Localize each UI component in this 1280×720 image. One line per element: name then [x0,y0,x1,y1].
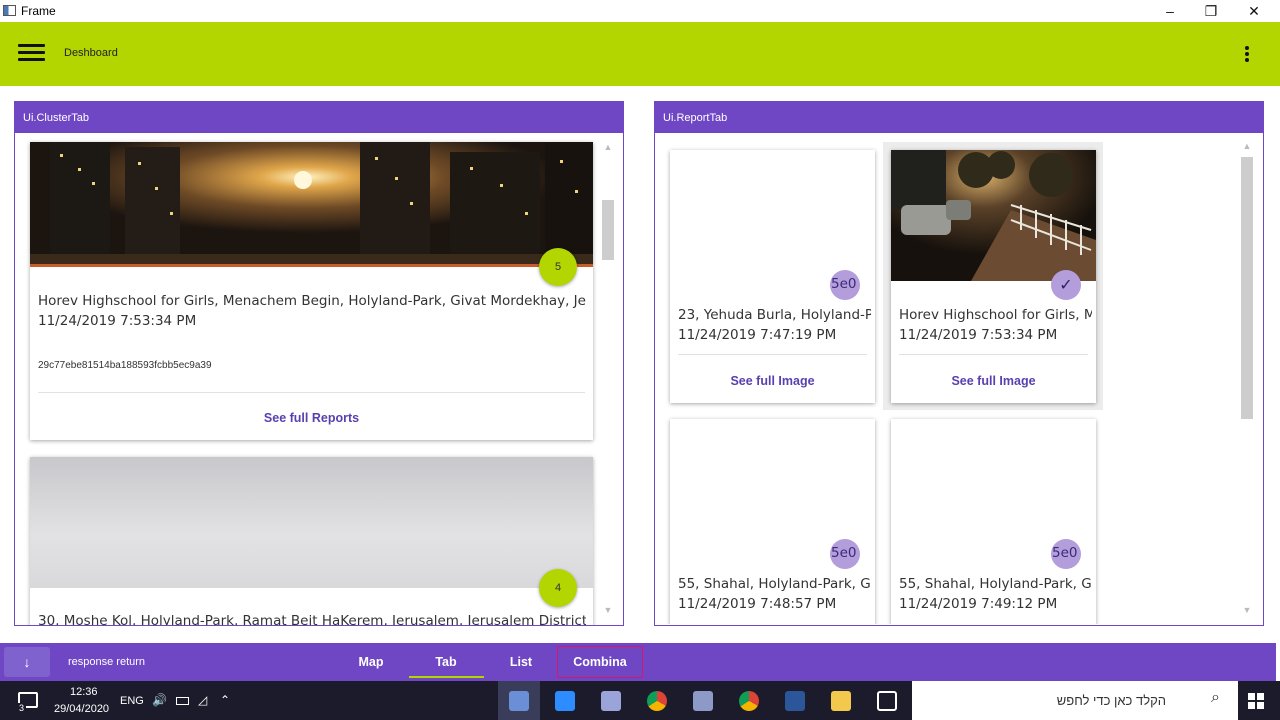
report-address: 55, Shahal, Holyland-Park, Gi 11/24/2019… [899,574,1092,614]
blank-photo [891,419,1096,550]
report-datetime: 11/24/2019 7:53:34 PM [899,327,1058,343]
blank-photo [670,419,875,550]
chevron-up-icon[interactable]: ⌃ [220,693,230,707]
scroll-thumb[interactable] [602,200,614,260]
scroll-up-icon[interactable]: ▲ [1238,141,1256,155]
report-count-badge: 4 [539,569,577,607]
report-clip-area: 5e0 55, Shahal, Holyland-Park, Gi 11/24/… [660,412,1240,624]
cluster-address-text: Horev Highschool for Girls, Menachem Beg… [38,293,586,309]
clock-date[interactable]: 29/04/2020 [54,703,109,715]
scroll-down-icon[interactable]: ▼ [1238,605,1256,619]
cluster-card[interactable]: 4 30, Moshe Kol, Holyland-Park, Ramat Be… [30,457,593,626]
search-input[interactable]: הקלד כאן כדי לחפש [1057,693,1166,708]
report-card[interactable]: 5e0 23, Yehuda Burla, Holyland-P 11/24/2… [670,150,875,403]
language-indicator[interactable]: ENG [120,695,144,707]
window-titlebar: Frame – ❐ ✕ [0,0,1280,22]
report-id-badge: 5e0 [1051,539,1081,569]
cluster-card[interactable]: 5 Horev Highschool for Girls, Menachem B… [30,142,593,440]
see-full-image-button[interactable]: See full Image [670,374,875,388]
report-card-selected[interactable]: ✓ Horev Highschool for Girls, M 11/24/20… [891,150,1096,403]
minimize-button[interactable]: – [1148,0,1192,22]
night-street-photo [30,142,593,267]
card-divider [38,392,585,393]
word-icon[interactable] [785,691,805,711]
taskbar-search[interactable]: הקלד כאן כדי לחפש ⌕ [912,681,1238,720]
clock-time[interactable]: 12:36 [70,686,98,698]
zoom-icon[interactable] [555,691,575,711]
task-view-icon[interactable] [877,691,897,711]
blank-photo [670,150,875,281]
focus-outline [557,646,643,678]
search-icon: ⌕ [1211,689,1220,706]
report-address-text: 55, Shahal, Holyland-Park, Gi [678,576,871,592]
app-title: Deshboard [64,47,118,59]
report-address-text: 55, Shahal, Holyland-Park, Gi [899,576,1092,592]
see-full-image-button[interactable]: See full Image [891,374,1096,388]
blank-gray-photo [30,457,593,588]
scroll-thumb[interactable] [1241,157,1253,419]
report-datetime: 11/24/2019 7:48:57 PM [678,596,837,612]
volume-icon[interactable]: 🔊 [152,693,167,707]
report-address-text: Horev Highschool for Girls, M [899,307,1092,323]
cluster-panel: Ui.ClusterTab 5 Horev Highschool for Gir… [14,101,624,626]
cluster-scrollbar[interactable]: ▲ ▼ [599,142,617,619]
cluster-datetime: 11/24/2019 7:53:34 PM [38,313,197,329]
bottom-nav-bar: ↓ response return Map Tab List Combina [0,643,1276,681]
cluster-address-text: 30, Moshe Kol, Holyland-Park, Ramat Beit… [38,613,586,626]
report-id-badge: 5e0 [830,270,860,300]
frame-app-icon[interactable] [509,691,529,711]
card-divider [899,354,1088,355]
arrow-down-button[interactable]: ↓ [4,647,50,677]
file-explorer-icon[interactable] [831,691,851,711]
report-address: 55, Shahal, Holyland-Park, Gi 11/24/2019… [678,574,871,614]
restore-button[interactable]: ❐ [1189,0,1233,22]
hamburger-menu-icon[interactable] [18,44,45,62]
scroll-up-icon[interactable]: ▲ [599,142,617,156]
night-sidewalk-photo [891,150,1096,281]
report-scrollbar[interactable]: ▲ ▼ [1238,141,1256,619]
see-full-reports-button[interactable]: See full Reports [30,411,593,425]
close-button[interactable]: ✕ [1232,0,1276,22]
check-icon[interactable]: ✓ [1051,270,1081,300]
card-divider [678,354,867,355]
chrome-icon[interactable] [647,691,667,711]
app-icon[interactable] [693,691,713,711]
app-window-icon [3,5,16,16]
cluster-address: Horev Highschool for Girls, Menachem Beg… [38,291,586,331]
report-address-text: 23, Yehuda Burla, Holyland-P [678,307,871,323]
report-address: Horev Highschool for Girls, M 11/24/2019… [899,305,1092,345]
window-title: Frame [21,4,56,18]
report-card[interactable]: 5e0 55, Shahal, Holyland-Park, Gi 11/24/… [891,419,1096,624]
active-tab-indicator [409,676,484,678]
report-card[interactable]: 5e0 55, Shahal, Holyland-Park, Gi 11/24/… [670,419,875,624]
cluster-id: 29c77ebe81514ba188593fcbb5ec9a39 [38,360,212,371]
report-datetime: 11/24/2019 7:49:12 PM [899,596,1058,612]
battery-icon[interactable] [176,697,189,705]
tab-list[interactable]: List [495,655,547,669]
status-text: response return [68,656,146,668]
installer-icon[interactable] [601,691,621,711]
report-id-badge: 5e0 [830,539,860,569]
windows-start-icon[interactable] [1248,693,1264,709]
report-datetime: 11/24/2019 7:47:19 PM [678,327,837,343]
cluster-panel-title: Ui.ClusterTab [15,102,623,133]
chrome-icon[interactable] [739,691,759,711]
wifi-icon[interactable]: ◿ [198,693,207,707]
notification-count: 3 [17,703,27,713]
report-count-badge: 5 [539,248,577,286]
report-address: 23, Yehuda Burla, Holyland-P 11/24/2019 … [678,305,871,345]
app-bar: Deshboard [0,22,1280,86]
tab-tab[interactable]: Tab [420,655,472,669]
tab-map[interactable]: Map [345,655,397,669]
more-options-icon[interactable] [1240,44,1254,64]
scroll-down-icon[interactable]: ▼ [599,605,617,619]
report-panel-title: Ui.ReportTab [655,102,1263,133]
os-taskbar: 3 12:36 29/04/2020 ENG 🔊 ◿ ⌃ הקלד כאן כד… [0,681,1280,720]
